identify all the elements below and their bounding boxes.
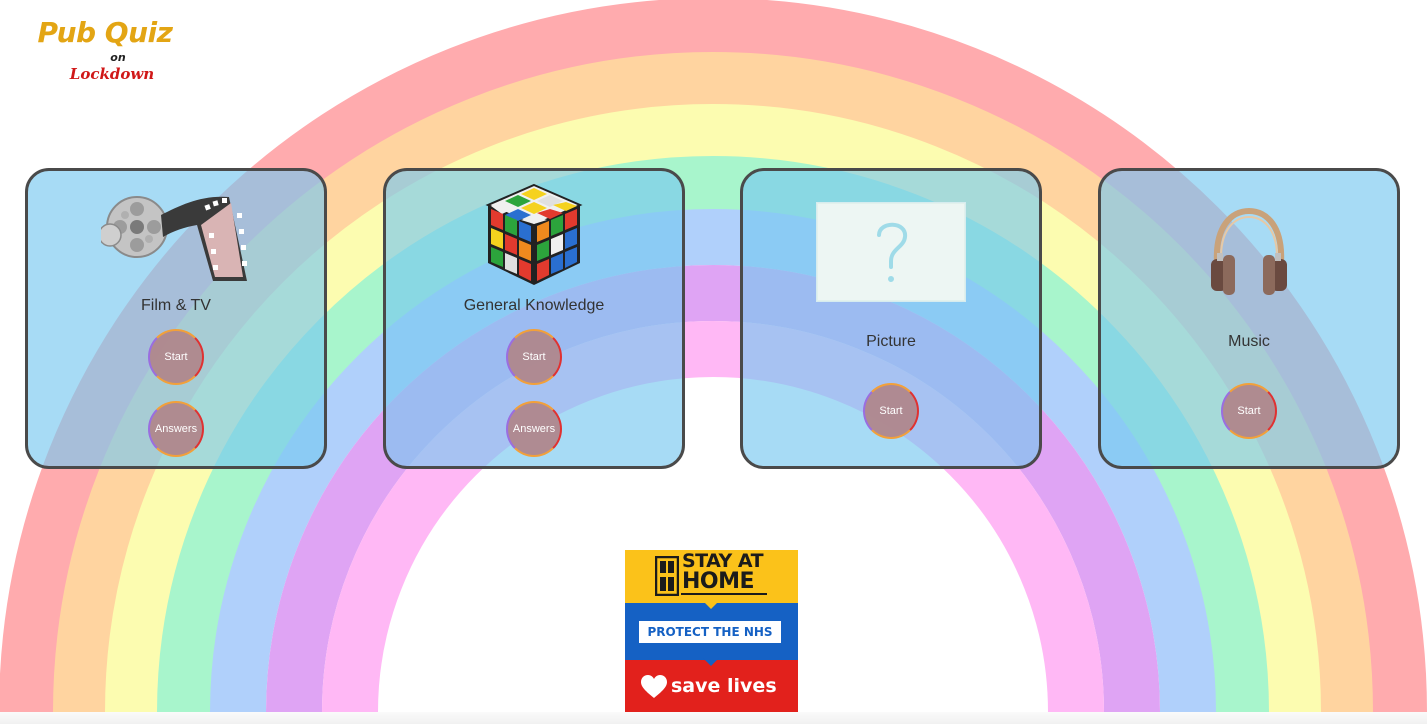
headphones-icon	[1101, 207, 1397, 297]
logo-on: on	[110, 50, 126, 64]
door-icon	[655, 556, 679, 596]
quiz-card-picture: Picture Start	[740, 168, 1042, 469]
page-bottom-edge	[0, 712, 1427, 724]
banner-protect-text: PROTECT THE NHS	[647, 625, 773, 639]
banner-blue-arrow	[703, 658, 719, 666]
quiz-card-general-knowledge: General Knowledge Start Answers	[383, 168, 685, 469]
start-button[interactable]: Start	[148, 329, 204, 385]
start-button[interactable]: Start	[1221, 383, 1277, 439]
heart-icon	[641, 675, 667, 698]
answers-button[interactable]: Answers	[506, 401, 562, 457]
banner-line2: HOME	[682, 569, 755, 594]
film-reel-icon	[28, 185, 324, 285]
site-logo[interactable]: Pub Quiz on Lockdown	[30, 16, 180, 83]
banner-save-text: save lives	[671, 675, 777, 697]
question-mark-picture-icon	[743, 201, 1039, 303]
quiz-card-label: Film & TV	[141, 297, 211, 314]
banner-protect-box: PROTECT THE NHS	[639, 621, 781, 643]
start-button[interactable]: Start	[506, 329, 562, 385]
banner-underline	[681, 593, 767, 595]
quiz-card-film-tv: Film & TV Start Answers	[25, 168, 327, 469]
rubiks-cube-icon	[386, 183, 682, 287]
start-button[interactable]: Start	[863, 383, 919, 439]
quiz-card-music: Music Start	[1098, 168, 1400, 469]
quiz-card-label: Picture	[866, 333, 916, 350]
stay-home-banner: STAY AT HOME PROTECT THE NHS save lives	[625, 550, 798, 712]
banner-yellow-arrow	[703, 601, 719, 609]
quiz-card-label: General Knowledge	[463, 297, 605, 314]
logo-title: Pub Quiz	[37, 16, 173, 49]
logo-subtitle: Lockdown	[69, 64, 155, 83]
quiz-card-label: Music	[1228, 333, 1270, 350]
answers-button[interactable]: Answers	[148, 401, 204, 457]
banner-stay-text: STAY AT HOME	[682, 552, 794, 593]
quiz-home-page: Pub Quiz on Lockdown Film & TV Start Ans…	[0, 0, 1427, 724]
